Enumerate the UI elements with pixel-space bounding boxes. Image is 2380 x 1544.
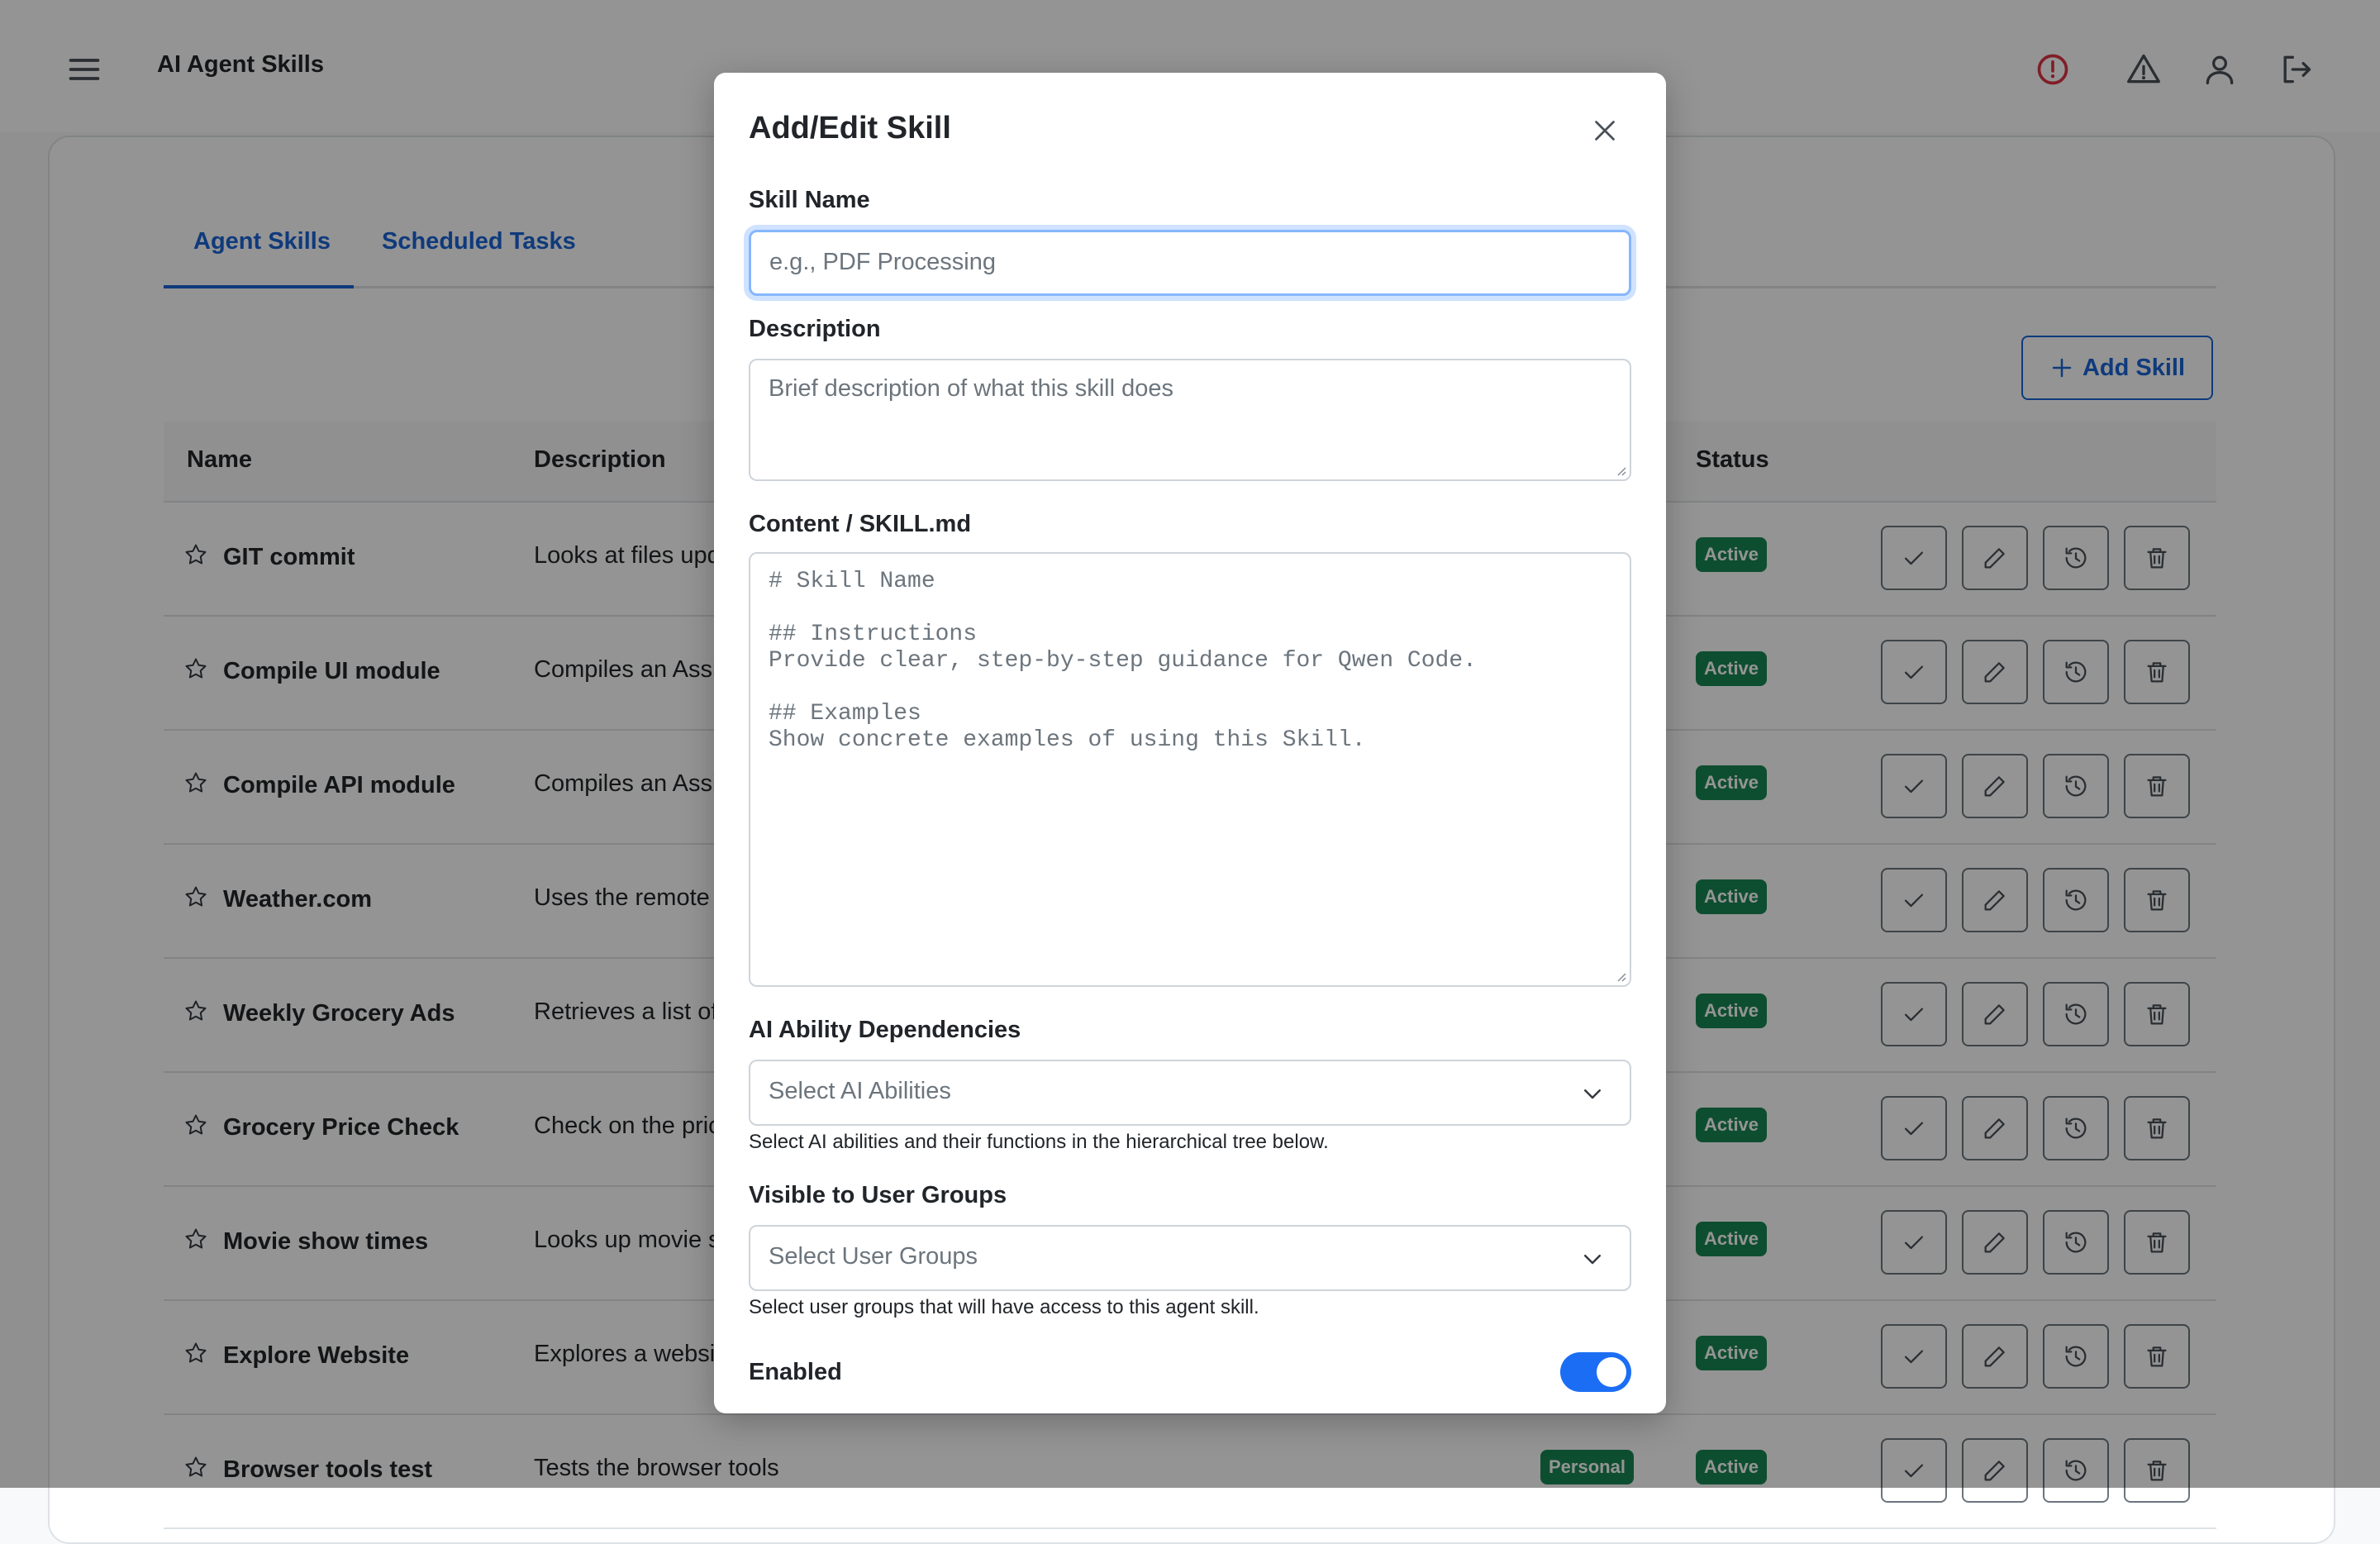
content-label: Content / SKILL.md [749,511,972,537]
close-icon[interactable] [1590,116,1620,145]
user-groups-help: Select user groups that will have access… [749,1296,1259,1318]
modal-title: Add/Edit Skill [749,111,951,145]
content-textarea[interactable]: # Skill Name ## Instructions Provide cle… [749,552,1631,987]
content-placeholder: # Skill Name ## Instructions Provide cle… [769,569,1477,753]
toggle-knob [1597,1357,1626,1387]
description-placeholder: Brief description of what this skill doe… [769,375,1173,402]
ai-abilities-select[interactable]: Select AI Abilities [749,1060,1631,1126]
user-groups-label: Visible to User Groups [749,1182,1007,1208]
skill-name-input[interactable]: e.g., PDF Processing [749,230,1631,296]
enabled-toggle[interactable] [1560,1352,1631,1392]
description-label: Description [749,316,881,342]
add-edit-skill-modal: Add/Edit Skill Skill Name e.g., PDF Proc… [714,73,1666,1413]
chevron-down-icon [1584,1255,1601,1265]
skill-name-placeholder: e.g., PDF Processing [769,249,996,275]
ai-abilities-help: Select AI abilities and their functions … [749,1131,1329,1153]
skill-name-label: Skill Name [749,187,870,213]
resize-handle-icon[interactable] [1613,969,1626,982]
resize-handle-icon[interactable] [1613,463,1626,476]
chevron-down-icon [1584,1089,1601,1099]
description-textarea[interactable]: Brief description of what this skill doe… [749,359,1631,481]
ai-abilities-label: AI Ability Dependencies [749,1017,1021,1043]
enabled-label: Enabled [749,1359,842,1385]
user-groups-select[interactable]: Select User Groups [749,1225,1631,1291]
user-groups-placeholder: Select User Groups [769,1243,978,1270]
ai-abilities-placeholder: Select AI Abilities [769,1078,951,1104]
